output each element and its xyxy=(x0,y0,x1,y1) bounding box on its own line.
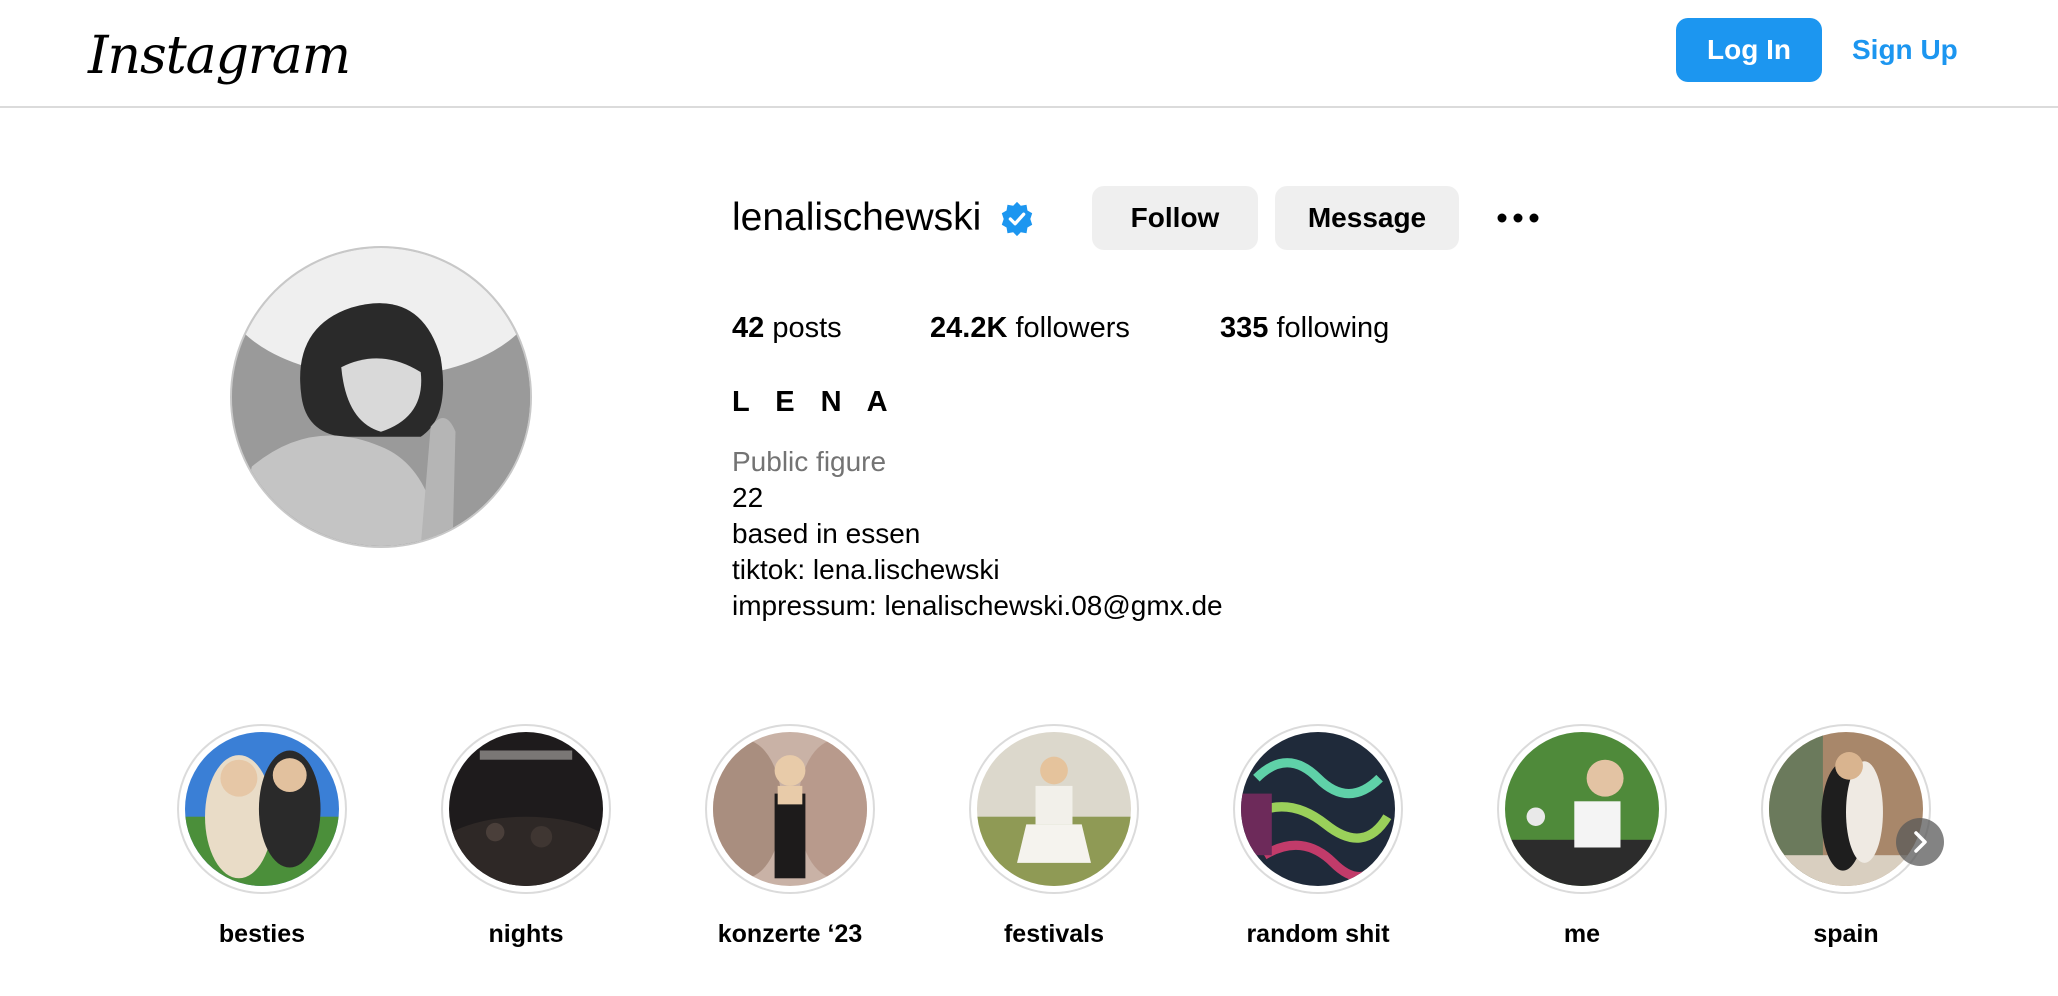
profile-username: lenalischewski xyxy=(732,196,982,239)
highlight-konzerte-23[interactable]: konzerte ‘23 xyxy=(705,724,875,948)
highlight-cover-ring xyxy=(441,724,611,894)
highlight-label: spain xyxy=(1813,920,1879,948)
highlight-label: me xyxy=(1563,920,1601,948)
posts-label: posts xyxy=(772,312,842,344)
highlight-besties[interactable]: besties xyxy=(177,724,347,948)
highlight-cover-ring xyxy=(969,724,1139,894)
more-options-icon[interactable] xyxy=(1490,196,1546,240)
followers-label: followers xyxy=(1015,312,1130,344)
profile-full-name: L E N A xyxy=(732,386,897,418)
highlights-next-button[interactable] xyxy=(1896,818,1944,866)
following-count[interactable]: 335 following xyxy=(1220,308,1389,348)
followers-count[interactable]: 24.2K followers xyxy=(930,308,1130,348)
highlight-cover xyxy=(713,732,867,886)
highlight-label: besties xyxy=(218,920,306,948)
chevron-right-icon xyxy=(1914,831,1927,853)
highlight-random-shit[interactable]: random shit xyxy=(1233,724,1403,948)
instagram-logo[interactable]: Instagram xyxy=(88,16,351,96)
highlight-cover-ring xyxy=(1761,724,1931,894)
highlight-cover xyxy=(1241,732,1395,886)
following-label: following xyxy=(1276,312,1390,344)
highlight-me[interactable]: me xyxy=(1497,724,1667,948)
followers-number: 24.2K xyxy=(930,312,1008,344)
highlight-label: konzerte ‘23 xyxy=(717,920,863,948)
highlight-cover-ring xyxy=(1233,724,1403,894)
bio-line-tiktok: tiktok: lena.lischewski xyxy=(732,554,1000,585)
highlight-label: random shit xyxy=(1246,920,1390,948)
highlight-cover xyxy=(185,732,339,886)
highlight-cover-ring xyxy=(177,724,347,894)
highlight-label: festivals xyxy=(1003,920,1105,948)
sign-up-link[interactable]: Sign Up xyxy=(1852,18,1958,82)
bio-line-location: based in essen xyxy=(732,518,921,549)
highlight-spain[interactable]: spain xyxy=(1761,724,1931,948)
highlight-cover-ring xyxy=(1497,724,1667,894)
posts-number: 42 xyxy=(732,312,765,344)
highlight-cover xyxy=(1505,732,1659,886)
bio-line-impressum: impressum: lenalischewski.08@gmx.de xyxy=(732,590,1223,621)
message-button[interactable]: Message xyxy=(1275,186,1459,250)
bio-line-age: 22 xyxy=(732,482,764,513)
log-in-button[interactable]: Log In xyxy=(1676,18,1822,82)
highlight-label: nights xyxy=(488,920,564,948)
profile-photo xyxy=(232,248,530,546)
highlight-nights[interactable]: nights xyxy=(441,724,611,948)
highlight-cover xyxy=(977,732,1131,886)
following-number: 335 xyxy=(1220,312,1269,344)
highlight-festivals[interactable]: festivals xyxy=(969,724,1139,948)
follow-button[interactable]: Follow xyxy=(1092,186,1258,250)
highlight-cover-ring xyxy=(705,724,875,894)
verified-badge-icon xyxy=(1001,201,1033,237)
posts-count: 42 posts xyxy=(732,308,842,348)
profile-category: Public figure xyxy=(732,446,887,477)
profile-avatar[interactable] xyxy=(230,246,532,548)
highlight-cover xyxy=(449,732,603,886)
top-navigation-bar: Instagram Log In Sign Up xyxy=(0,0,2058,108)
